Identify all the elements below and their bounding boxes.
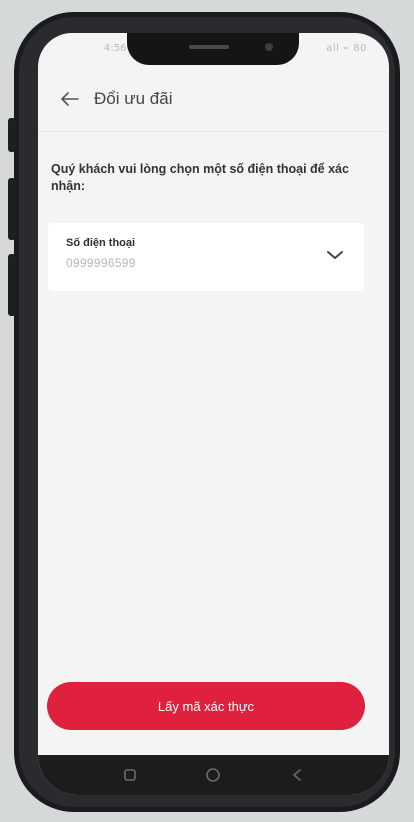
recent-apps-icon[interactable]	[119, 764, 141, 786]
speaker-grille	[189, 45, 229, 49]
phone-volume-up-button	[8, 178, 16, 240]
phone-number-value: 0999996599	[66, 256, 136, 270]
get-verification-code-button[interactable]: Lấy mã xác thực	[47, 682, 365, 730]
phone-volume-down-button	[8, 254, 16, 316]
phone-side-button	[8, 118, 16, 152]
instruction-text: Quý khách vui lòng chọn một số điện thoạ…	[51, 162, 349, 193]
status-indicators: all ⌁ 80	[326, 43, 367, 54]
system-nav-bar	[38, 755, 389, 795]
back-icon[interactable]	[286, 764, 308, 786]
camera-notch	[127, 33, 299, 65]
phone-number-select[interactable]: Số điện thoại 0999996599	[48, 223, 364, 291]
front-camera	[265, 43, 273, 51]
app-bar: Đổi ưu đãi	[38, 69, 389, 129]
phone-number-label: Số điện thoại	[66, 237, 136, 249]
arrow-left-icon[interactable]	[60, 89, 80, 109]
page-title: Đổi ưu đãi	[94, 89, 173, 108]
phone-screen: 4:56 all ⌁ 80 Đổi ưu đãi Quý khách vui l…	[38, 33, 389, 795]
chevron-down-icon[interactable]	[326, 249, 344, 261]
home-icon[interactable]	[202, 764, 224, 786]
header-divider	[38, 131, 389, 132]
status-time: 4:56	[104, 43, 127, 54]
